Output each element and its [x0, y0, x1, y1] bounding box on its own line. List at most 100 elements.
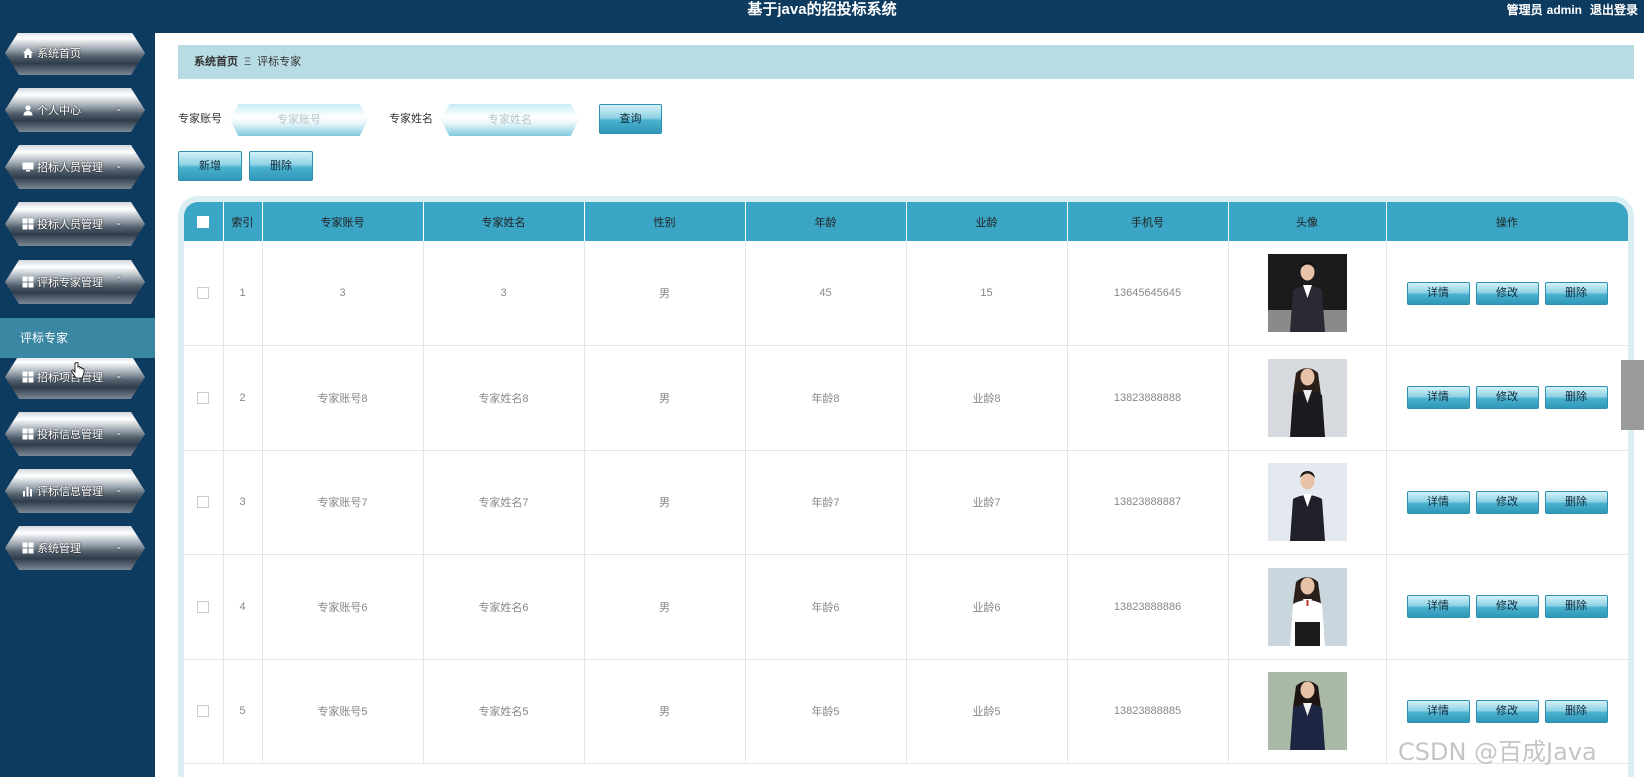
breadcrumb-separator-icon: Ξ [244, 56, 252, 68]
cell-age: 年龄6 [745, 554, 907, 660]
sidebar-item-4[interactable]: 投标人员管理 ⌄ [5, 202, 145, 246]
delete-button[interactable]: 删除 [1544, 699, 1608, 723]
hand-cursor-icon [71, 362, 85, 379]
sidebar-submenu-item-experts[interactable]: 评标专家 [0, 318, 155, 358]
sidebar-item-content: 投标信息管理 [21, 412, 103, 456]
cell-age: 45 [745, 241, 907, 346]
edit-button[interactable]: 修改 [1475, 595, 1539, 619]
sidebar-item-7[interactable]: 投标信息管理 ⌄ [5, 412, 145, 456]
table-row: 2 专家账号8 专家姓名8 男年龄8 业龄8 13823888888 详情 修改 删除 [184, 345, 1628, 451]
avatar[interactable] [1267, 672, 1347, 751]
delete-button[interactable]: 删除 [1544, 386, 1608, 410]
row-select-cell[interactable] [184, 659, 224, 764]
detail-button[interactable]: 详情 [1406, 699, 1470, 723]
cell-index: 4 [223, 554, 263, 660]
breadcrumb-home[interactable]: 系统首页 [194, 56, 238, 68]
cell-work-age: 业龄8 [906, 345, 1068, 451]
sidebar-item-label: 投标人员管理 [37, 219, 103, 231]
cell-account: 专家账号8 [262, 345, 424, 451]
sidebar-item-content: 个人中心 [21, 88, 81, 132]
add-button[interactable]: 新增 [178, 151, 242, 181]
sidebar: 系统首页 个人中心 ⌄ 招标人员管理 ⌄ 投标人员管理 ⌄ 评标专家管理 ⌃ 招标项目管理 ⌄ 投标信… [0, 0, 155, 777]
cell-phone: 13823888885 [1067, 659, 1229, 764]
row-select-cell[interactable] [184, 345, 224, 451]
row-checkbox[interactable] [197, 705, 210, 718]
expert-table-container: 索引 专家账号 专家姓名 性别 年龄 业龄 手机号 头像 操作 1 3 3 男 45 15… [178, 196, 1634, 777]
cell-avatar [1228, 345, 1387, 451]
grid-icon [21, 218, 34, 231]
cell-age: 年龄5 [745, 659, 907, 764]
table-row: 3 专家账号7 专家姓名7 男年龄7 业龄7 13823888887 详情 修改 删除 [184, 450, 1628, 555]
sidebar-item-content: 招标人员管理 [21, 145, 103, 189]
sidebar-item-9[interactable]: 系统管理 ⌄ [5, 526, 145, 570]
logout-link[interactable]: 退出登录 [1590, 3, 1638, 17]
select-all-checkbox[interactable] [197, 215, 210, 228]
delete-button[interactable]: 删除 [1544, 281, 1608, 305]
expert-table: 索引 专家账号 专家姓名 性别 年龄 业龄 手机号 头像 操作 1 3 3 男 45 15… [184, 202, 1628, 764]
sidebar-item-3[interactable]: 招标人员管理 ⌄ [5, 145, 145, 189]
edit-button[interactable]: 修改 [1475, 490, 1539, 514]
cell-avatar [1228, 241, 1387, 346]
header-phone: 手机号 [1067, 202, 1229, 241]
cell-work-age: 业龄6 [906, 554, 1068, 660]
row-checkbox[interactable] [197, 287, 210, 300]
scrollbar-thumb[interactable] [1621, 360, 1644, 430]
chevron-down-icon: ⌄ [115, 541, 123, 551]
row-checkbox[interactable] [197, 391, 210, 404]
edit-button[interactable]: 修改 [1475, 281, 1539, 305]
row-checkbox[interactable] [197, 600, 210, 613]
detail-button[interactable]: 详情 [1406, 386, 1470, 410]
chevron-down-icon: ⌄ [115, 370, 123, 380]
detail-button[interactable]: 详情 [1406, 281, 1470, 305]
cell-phone: 13645645645 [1067, 241, 1229, 346]
delete-button[interactable]: 删除 [1544, 595, 1608, 619]
cell-work-age: 15 [906, 241, 1068, 346]
sidebar-item-5[interactable]: 评标专家管理 ⌃ [5, 260, 145, 304]
sidebar-item-content: 系统管理 [21, 526, 81, 570]
grid-icon [21, 276, 34, 289]
monitor-icon [21, 161, 34, 174]
row-select-cell[interactable] [184, 241, 224, 346]
cell-age: 年龄7 [745, 450, 907, 555]
table-row: 1 3 3 男 45 15 13645645645 详情 修改 删除 [184, 241, 1628, 346]
cell-phone: 13823888886 [1067, 554, 1229, 660]
grid-icon [21, 542, 34, 555]
sidebar-item-2[interactable]: 个人中心 ⌄ [5, 88, 145, 132]
avatar[interactable] [1267, 567, 1347, 646]
sidebar-item-label: 系统管理 [37, 543, 81, 555]
cell-index: 5 [223, 659, 263, 764]
batch-delete-button[interactable]: 删除 [249, 151, 313, 181]
cell-avatar [1228, 450, 1387, 555]
cell-account: 专家账号5 [262, 659, 424, 764]
sidebar-item-1[interactable]: 系统首页 [5, 31, 145, 75]
header-select-all[interactable] [184, 202, 224, 241]
username: admin [1546, 3, 1582, 17]
header-age: 年龄 [745, 202, 907, 241]
row-select-cell[interactable] [184, 554, 224, 660]
edit-button[interactable]: 修改 [1475, 699, 1539, 723]
query-button[interactable]: 查询 [599, 104, 662, 134]
header-actions: 操作 [1386, 202, 1628, 241]
account-label: 专家账号 [178, 113, 222, 125]
delete-button[interactable]: 删除 [1544, 490, 1608, 514]
grid-icon [21, 428, 34, 441]
account-search-input[interactable] [230, 104, 368, 136]
home-icon [21, 47, 34, 60]
cell-gender: 男 [584, 659, 746, 764]
sidebar-item-8[interactable]: 评标信息管理 ⌄ [5, 469, 145, 513]
name-search-input[interactable] [441, 104, 579, 136]
sidebar-item-label: 个人中心 [37, 105, 81, 117]
header-avatar: 头像 [1228, 202, 1387, 241]
breadcrumb: 系统首页 Ξ 评标专家 [178, 45, 1634, 79]
avatar[interactable] [1267, 358, 1347, 437]
cell-gender: 男 [584, 345, 746, 451]
avatar[interactable] [1267, 254, 1347, 332]
row-checkbox[interactable] [197, 496, 210, 509]
sidebar-item-content: 评标专家管理 [21, 260, 103, 304]
cell-actions: 详情 修改 删除 [1386, 241, 1628, 346]
detail-button[interactable]: 详情 [1406, 595, 1470, 619]
row-select-cell[interactable] [184, 450, 224, 555]
detail-button[interactable]: 详情 [1406, 490, 1470, 514]
avatar[interactable] [1267, 463, 1347, 542]
edit-button[interactable]: 修改 [1475, 386, 1539, 410]
